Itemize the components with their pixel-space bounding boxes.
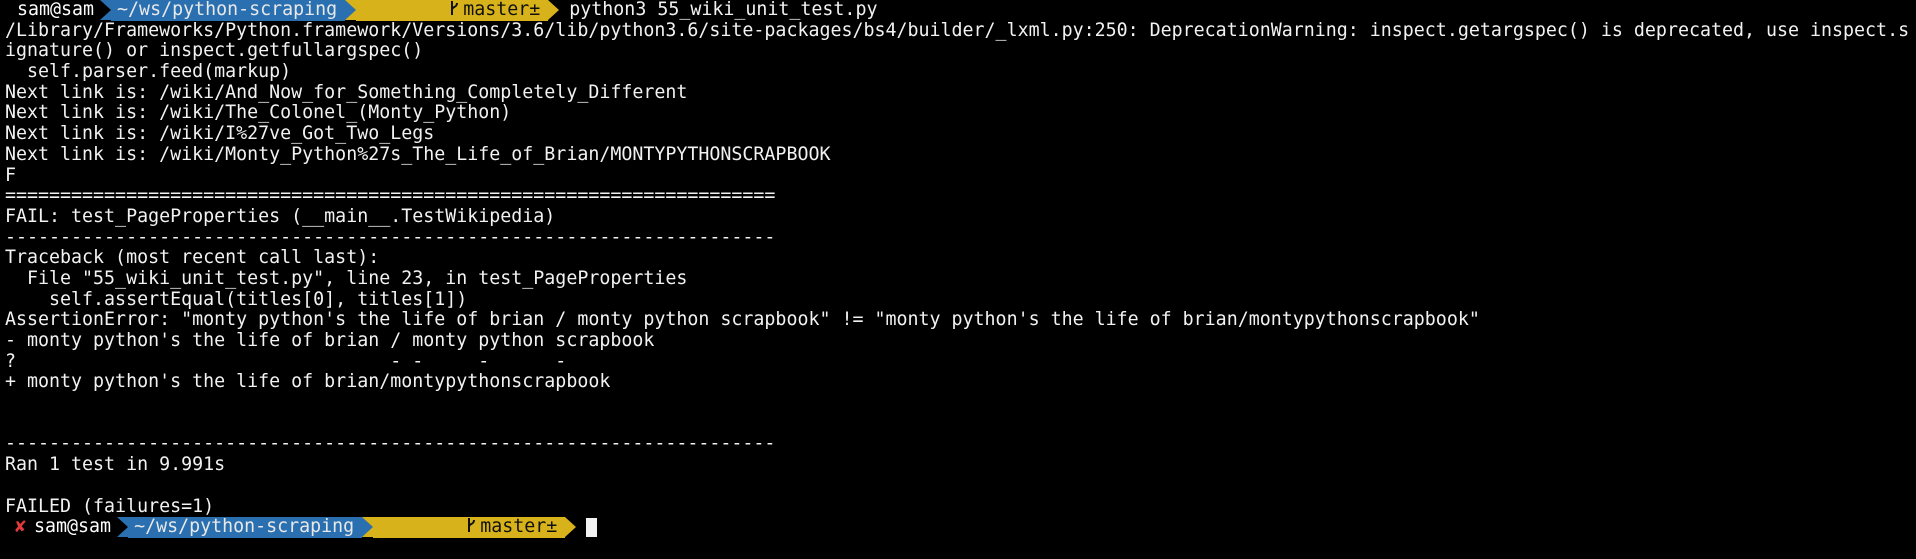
prompt-line: ✘ sam@sam ~/ws/python-scraping master± [5,516,1911,538]
output-line: self.parser.feed(markup) [5,62,292,83]
output-line: FAIL: test_PageProperties (__main__.Test… [5,206,556,227]
prompt-branch: master± [463,0,541,20]
output-line: File "55_wiki_unit_test.py", line 23, in… [5,268,688,289]
output-line: - monty python's the life of brian / mon… [5,331,655,351]
powerline-arrow-icon [565,517,577,538]
output-line: Next link is: /wiki/The_Colonel_(Monty_P… [5,103,512,124]
prompt-dir-segment: ~/ws/python-scraping [128,516,363,538]
text-cursor[interactable] [586,518,598,538]
prompt-dir-segment: ~/ws/python-scraping [111,0,346,21]
output-line: Ran 1 test in 9.991s [5,455,226,476]
output-line: F [5,165,17,186]
command-text: python3 55_wiki_unit_test.py [569,0,878,20]
powerline-arrow-icon [362,517,374,538]
prompt-git-segment: master± [356,0,549,21]
separator-line: ----------------------------------------… [5,227,776,248]
output-line: + monty python's the life of brian/monty… [5,372,611,393]
output-line: ignature() or inspect.getfullargspec() [5,41,424,62]
output-line: FAILED (failures=1) [5,496,215,517]
output-line: Next link is: /wiki/I%27ve_Got_Two_Legs [5,124,435,145]
error-x-icon: ✘ [15,516,27,538]
separator-line: ----------------------------------------… [5,434,776,455]
prompt-dir: ~/ws/python-scraping [117,0,338,20]
powerline-arrow-icon [117,517,129,538]
prompt-user-segment: sam@sam [5,0,101,21]
output-line: ? - - - - [5,351,567,372]
prompt-dir: ~/ws/python-scraping [134,516,355,538]
separator-line: ========================================… [5,186,776,207]
prompt-user: sam@sam [34,516,112,538]
prompt-user: sam@sam [17,0,95,20]
powerline-arrow-icon [100,0,112,20]
output-line: Traceback (most recent call last): [5,248,380,269]
prompt-branch: master± [480,516,558,538]
output-line: Next link is: /wiki/And_Now_for_Somethin… [5,82,688,103]
branch-icon [362,0,459,41]
output-line: /Library/Frameworks/Python.framework/Ver… [5,20,1910,41]
terminal-window[interactable]: sam@sam ~/ws/python-scraping master± pyt… [5,0,1911,538]
output-line: Next link is: /wiki/Monty_Python%27s_The… [5,144,831,165]
output-line: self.assertEqual(titles[0], titles[1]) [5,289,468,310]
branch-icon [379,496,476,558]
powerline-arrow-icon [548,0,560,20]
prompt-git-segment: master± [373,516,566,538]
powerline-arrow-icon [345,0,357,20]
prompt-user-segment: ✘ sam@sam [5,516,118,538]
prompt-line: sam@sam ~/ws/python-scraping master± pyt… [5,0,1911,21]
output-line: AssertionError: "monty python's the life… [5,310,1480,331]
